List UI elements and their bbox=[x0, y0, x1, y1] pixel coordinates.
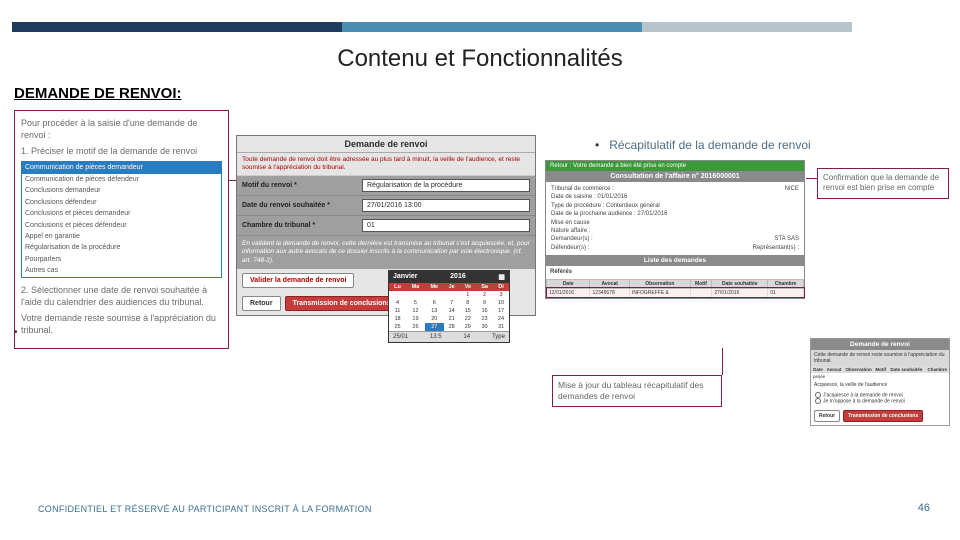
calendar-today-icon[interactable]: ▦ bbox=[498, 273, 505, 281]
page-number: 46 bbox=[918, 502, 930, 514]
mini-panel-header: Demande de renvoi bbox=[811, 339, 949, 350]
mini-transmit-button[interactable]: Transmission de conclusions bbox=[843, 410, 923, 422]
calendar-month[interactable]: Janvier bbox=[393, 273, 418, 281]
back-button[interactable]: Retour bbox=[242, 296, 281, 311]
step-1: 1. Préciser le motif de la demande de re… bbox=[21, 145, 222, 157]
motif-field[interactable]: Régularisation de la procédure bbox=[362, 179, 530, 192]
field-label: Motif du renvoi * bbox=[242, 182, 362, 189]
recap-success-bar: Retour : Votre demande a bien été prise … bbox=[546, 161, 804, 171]
mini-back-button[interactable]: Retour bbox=[814, 410, 840, 422]
recap-subheader: Référés bbox=[546, 266, 804, 278]
select-option[interactable]: Conclusions et pièces défendeur bbox=[22, 220, 221, 231]
recap-title: Récapitulatif de la demande de renvoi bbox=[595, 138, 811, 152]
update-callout: Mise à jour du tableau récapitulatif des… bbox=[552, 375, 722, 407]
recap-affaire-bar: Consultation de l'affaire n° 2016000001 bbox=[546, 171, 804, 182]
transmit-button[interactable]: Transmission de conclusions bbox=[285, 296, 399, 311]
connector-line bbox=[722, 348, 723, 375]
calendar-year[interactable]: 2016 bbox=[450, 273, 466, 281]
instructions-callout: Pour procéder à la saisie d'une demande … bbox=[14, 110, 229, 349]
calendar-grid[interactable]: LuMaMeJeVeSaDi 123 45678910 111213141516… bbox=[389, 283, 509, 331]
calendar-popup[interactable]: Janvier 2016 ▦ LuMaMeJeVeSaDi 123 456789… bbox=[388, 270, 510, 343]
mini-panel-sub: Cette demande de renvoi reste soumise à … bbox=[811, 350, 949, 366]
select-option[interactable]: Régularisation de la procédure bbox=[22, 242, 221, 253]
motif-select-list[interactable]: Communication de pièces demandeur Commun… bbox=[21, 161, 222, 277]
select-option[interactable]: Appel en garantie bbox=[22, 231, 221, 242]
step-note: Votre demande reste soumise à l'apprécia… bbox=[21, 312, 222, 336]
field-row-motif: Motif du renvoi * Régularisation de la p… bbox=[237, 176, 535, 196]
mini-panel-actions: Retour Transmission de conclusions bbox=[811, 407, 949, 425]
panel-header: Demande de renvoi bbox=[237, 136, 535, 153]
calendar-header: Janvier 2016 ▦ bbox=[389, 271, 509, 283]
date-field[interactable]: 27/01/2016 13:00 bbox=[362, 199, 530, 212]
panel-notice: Toute demande de renvoi doit être adress… bbox=[237, 153, 535, 176]
field-label: Date du renvoi souhaitée * bbox=[242, 202, 362, 209]
recap-body: Tribunal de commerce :NICE Date de saisi… bbox=[546, 182, 804, 255]
select-option[interactable]: Pourparlers bbox=[22, 254, 221, 265]
footer-confidential: CONFIDENTIEL ET RÉSERVÉ AU PARTICIPANT I… bbox=[38, 504, 372, 514]
recap-table-row: 12/01/201612345678INFOGREFFE &27/01/2016… bbox=[547, 288, 804, 297]
top-accent-bar bbox=[12, 22, 948, 32]
section-heading: DEMANDE DE RENVOI: bbox=[14, 85, 182, 102]
recap-table-header: Liste des demandes bbox=[546, 255, 804, 266]
select-option[interactable]: Autres cas bbox=[22, 265, 221, 276]
chambre-field[interactable]: 01 bbox=[362, 219, 530, 232]
connector-line bbox=[806, 178, 817, 179]
confirmation-callout: Confirmation que la demande de renvoi es… bbox=[817, 168, 949, 199]
select-option[interactable]: Conclusions défendeur bbox=[22, 197, 221, 208]
field-row-chambre: Chambre du tribunal * 01 bbox=[237, 216, 535, 236]
calendar-footer: 25/01 13:5 14 Type bbox=[389, 331, 509, 342]
intro-text: Pour procéder à la saisie d'une demande … bbox=[21, 117, 222, 141]
bullet-icon: • bbox=[14, 327, 18, 338]
select-option[interactable]: Communication de pièces défendeur bbox=[22, 174, 221, 185]
validate-button[interactable]: Valider la demande de renvoi bbox=[242, 273, 354, 288]
select-option-active[interactable]: Communication de pièces demandeur bbox=[22, 162, 221, 173]
select-option[interactable]: Conclusions et pièces demandeur bbox=[22, 208, 221, 219]
mini-panel-note: Acquiescé, la veille de l'audience bbox=[811, 380, 949, 390]
page-title: Contenu et Fonctionnalités bbox=[0, 45, 960, 73]
panel-warning: En validant la demande de renvoi, cette … bbox=[237, 236, 535, 268]
step-2: 2. Sélectionner une date de renvoi souha… bbox=[21, 284, 222, 308]
field-label: Chambre du tribunal * bbox=[242, 222, 362, 229]
recap-panel: Retour : Votre demande a bien été prise … bbox=[545, 160, 805, 299]
select-option[interactable]: Conclusions demandeur bbox=[22, 185, 221, 196]
connector-line bbox=[229, 180, 236, 181]
radio-oppose[interactable]: Je m'oppose à la demande de renvoi bbox=[815, 398, 945, 404]
recap-table: DateAvocatObservationMotifDate souhaitée… bbox=[546, 279, 804, 298]
field-row-date: Date du renvoi souhaitée * 27/01/2016 13… bbox=[237, 196, 535, 216]
demande-renvoi-mini-panel: Demande de renvoi Cette demande de renvo… bbox=[810, 338, 950, 426]
